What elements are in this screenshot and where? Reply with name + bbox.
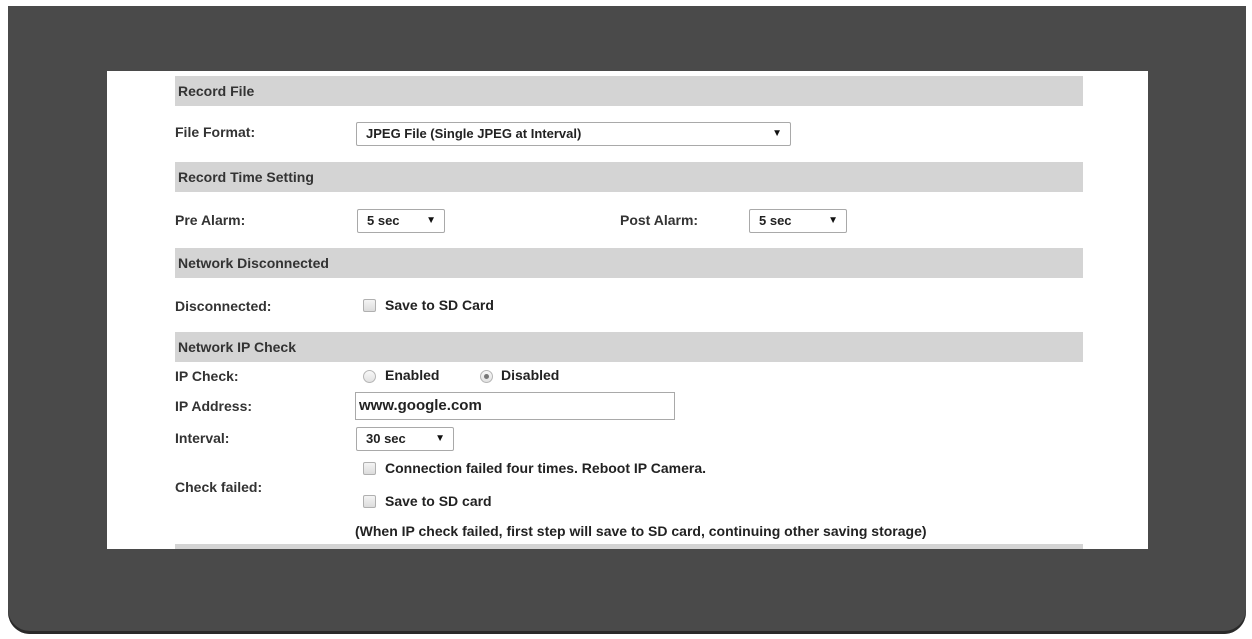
screen: Record File File Format: JPEG File (Sing… (0, 0, 1252, 639)
ip-check-label: IP Check: (175, 368, 239, 384)
next-section-header (175, 544, 1083, 549)
file-format-label: File Format: (175, 124, 256, 140)
post-alarm-select[interactable]: 5 sec ▼ (749, 209, 847, 233)
section-record-file: Record File (175, 76, 1083, 106)
ip-check-disabled-radio[interactable] (480, 370, 493, 383)
disconnected-label: Disconnected: (175, 298, 272, 314)
file-format-select[interactable]: JPEG File (Single JPEG at Interval) ▼ (356, 122, 791, 146)
section-record-time: Record Time Setting (175, 162, 1083, 192)
chevron-down-icon: ▼ (435, 433, 445, 444)
save-sd-card-checkbox[interactable] (363, 299, 376, 312)
reboot-camera-checkbox[interactable] (363, 462, 376, 475)
pre-alarm-select[interactable]: 5 sec ▼ (357, 209, 445, 233)
interval-select[interactable]: 30 sec ▼ (356, 427, 454, 451)
post-alarm-label: Post Alarm: (620, 212, 699, 228)
ip-address-label: IP Address: (175, 398, 253, 414)
ip-check-note: (When IP check failed, first step will s… (355, 523, 927, 539)
check-failed-label: Check failed: (175, 479, 263, 495)
save-sd-card-label: Save to SD Card (385, 297, 494, 313)
reboot-camera-label: Connection failed four times. Reboot IP … (385, 460, 707, 476)
save-sd-card-failed-checkbox[interactable] (363, 495, 376, 508)
chevron-down-icon: ▼ (426, 215, 436, 226)
pre-alarm-value: 5 sec (367, 213, 400, 228)
settings-panel: Record File File Format: JPEG File (Sing… (107, 71, 1148, 549)
section-network-disconnected: Network Disconnected (175, 248, 1083, 278)
ip-address-input[interactable]: www.google.com (355, 392, 675, 420)
save-sd-card-failed-label: Save to SD card (385, 493, 492, 509)
section-network-ip-check: Network IP Check (175, 332, 1083, 362)
post-alarm-value: 5 sec (759, 213, 792, 228)
pre-alarm-label: Pre Alarm: (175, 212, 246, 228)
file-format-value: JPEG File (Single JPEG at Interval) (366, 126, 582, 141)
ip-check-enabled-label: Enabled (385, 367, 440, 383)
interval-label: Interval: (175, 430, 230, 446)
chevron-down-icon: ▼ (828, 215, 838, 226)
ip-check-disabled-label: Disabled (501, 367, 560, 383)
chevron-down-icon: ▼ (772, 128, 782, 139)
ip-check-enabled-radio[interactable] (363, 370, 376, 383)
interval-value: 30 sec (366, 431, 406, 446)
